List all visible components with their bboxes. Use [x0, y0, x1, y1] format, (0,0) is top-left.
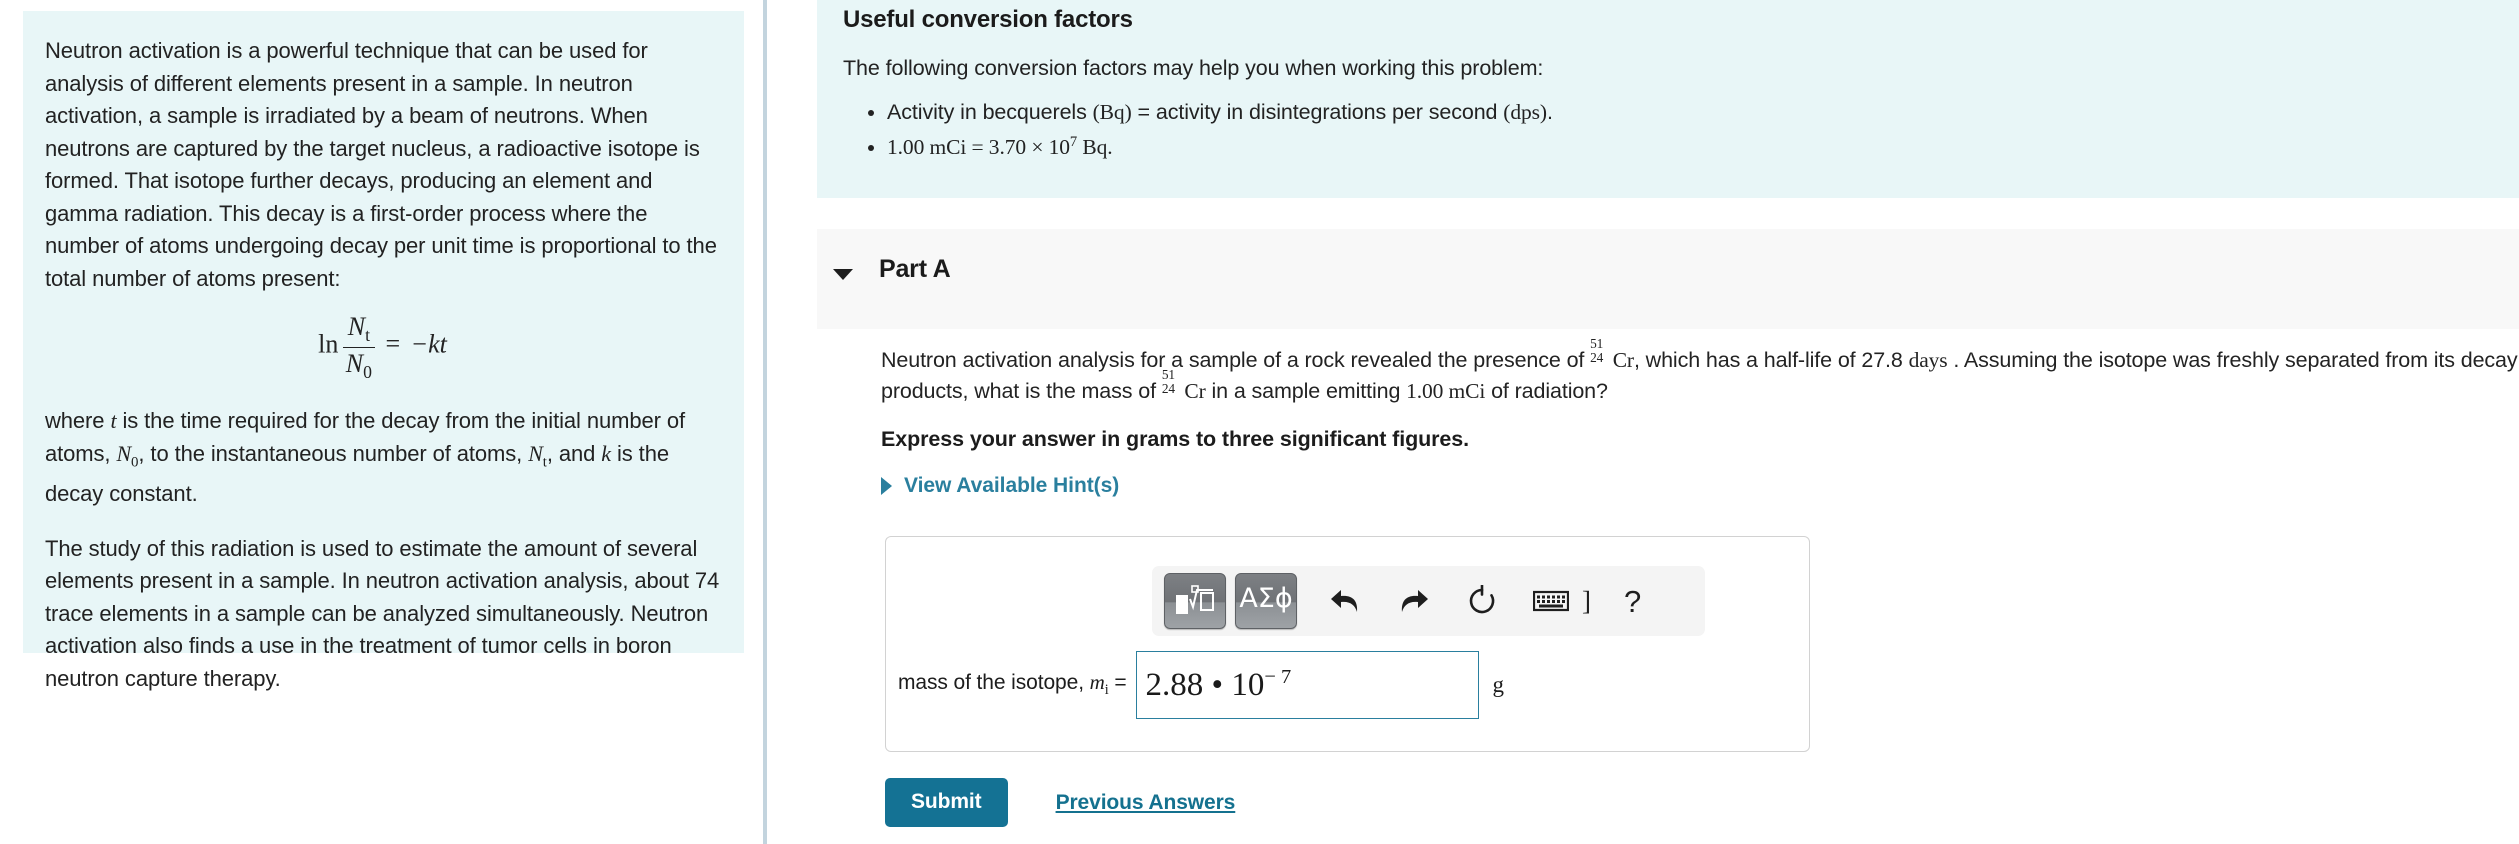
answer-entry-panel: ΑΣϕ] ? mass of the isotope, mi = 2.88 •… — [885, 536, 1810, 752]
express-answer-instruction: Express your answer in grams to three si… — [881, 427, 1470, 451]
triangle-down-icon[interactable] — [833, 269, 853, 280]
reset-circular-arrow-icon[interactable] — [1466, 585, 1498, 617]
bq-mid: = activity in disintegrations per second — [1131, 100, 1504, 124]
nuclide-atomic-number: 24 — [1590, 350, 1604, 366]
previous-answers-link[interactable]: Previous Answers — [1056, 791, 1236, 815]
dps-unit: (dps) — [1503, 100, 1547, 124]
right-problem-column: Useful conversion factors The following … — [771, 0, 2519, 844]
useful-conversion-factors-box: Useful conversion factors The following … — [817, 0, 2519, 198]
answer-unit-label: g — [1492, 672, 1505, 697]
conversion-item-mci: 1.00 mCi = 3.70 × 107 Bq. — [887, 127, 2503, 162]
submit-button[interactable]: Submit — [885, 778, 1008, 827]
nuclide-mass-number: 51 — [1590, 336, 1604, 352]
equation-denominator: N — [345, 348, 364, 378]
where-seg-1: where — [45, 408, 111, 434]
nuclide-cr51-second: 51 24 — [1161, 368, 1185, 399]
where-seg-4: , and — [546, 440, 602, 466]
answer-field-label: mass of the isotope, mi = — [898, 670, 1127, 699]
question-seg-1: Neutron activation analysis for a sample… — [881, 348, 1591, 372]
nuclide-mass-number-2: 51 — [1161, 367, 1175, 383]
math-template-icon — [1176, 585, 1214, 614]
equation-rhs: −kt — [410, 329, 447, 359]
nuclide-cr51-first: 51 24 — [1590, 337, 1613, 368]
conversion-factors-list: Activity in becquerels (Bq) = activity i… — [843, 97, 2503, 162]
answer-actions-row: Submit Previous Answers — [885, 778, 1235, 827]
greek-symbols-icon: ΑΣϕ — [1239, 582, 1293, 614]
conversion-factors-lead: The following conversion factors may hel… — [843, 56, 1544, 80]
math-template-button[interactable] — [1164, 573, 1226, 629]
decay-equation: ln Nt N0 = −kt — [45, 312, 720, 383]
halflife-unit: days — [1908, 348, 1948, 372]
greek-symbols-button[interactable]: ΑΣϕ — [1235, 573, 1297, 629]
intro-where-clause: where t is the time required for the dec… — [45, 405, 720, 511]
intro-paragraph-2: The study of this radiation is used to e… — [45, 535, 720, 691]
bq-unit: (Bq) — [1092, 100, 1132, 124]
conversion-item-bq: Activity in becquerels (Bq) = activity i… — [887, 97, 2503, 127]
question-statement: Neutron activation analysis for a sample… — [881, 337, 2519, 407]
equation-numerator: N — [347, 312, 366, 341]
nuclide-atomic-number-2: 24 — [1161, 381, 1175, 397]
answer-label-variable: m — [1089, 670, 1105, 695]
mci-value: 1.00 mCi = 3.70 × 10 — [887, 135, 1070, 160]
answer-input-value: 2.88 • 10− 7 — [1146, 666, 1292, 704]
where-var-nt: N — [528, 440, 543, 466]
question-activity: 1.00 mCi — [1406, 379, 1486, 403]
where-seg-3: , to the instantaneous number of atoms, — [138, 440, 529, 466]
equation-ln: ln — [318, 329, 339, 359]
keyboard-icon[interactable] — [1533, 589, 1569, 613]
question-mark-icon[interactable]: ? — [1624, 586, 1641, 617]
answer-input-row: mass of the isotope, mi = 2.88 • 10− 7 g — [886, 650, 1809, 720]
close-bracket-icon[interactable]: ] — [1582, 586, 1591, 617]
left-reference-panel: Neutron activation is a powerful techniq… — [0, 0, 767, 844]
answer-exponent: − 7 — [1264, 666, 1292, 688]
view-hints-label: View Available Hint(s) — [904, 474, 1120, 497]
part-a-header-bar[interactable]: Part A — [817, 229, 2519, 329]
undo-arrow-icon[interactable] — [1328, 586, 1362, 616]
answer-label-equals: = — [1108, 671, 1127, 695]
nuclide-symbol-second: Cr — [1184, 379, 1206, 403]
bq-pre: Activity in becquerels — [887, 100, 1093, 124]
where-var-k: k — [601, 440, 611, 466]
math-editor-toolbar: ΑΣϕ] ? — [1152, 566, 1705, 636]
conversion-factors-title: Useful conversion factors — [843, 6, 1133, 33]
equation-fraction: Nt N0 — [342, 312, 375, 382]
where-var-n0: N — [116, 440, 132, 466]
intro-paragraph-1: Neutron activation is a powerful techniq… — [45, 38, 717, 291]
part-a-title: Part A — [879, 255, 951, 283]
view-hints-link[interactable]: View Available Hint(s) — [881, 474, 1119, 498]
answer-input-field[interactable]: 2.88 • 10− 7 — [1135, 651, 1479, 719]
bq-post: . — [1546, 100, 1553, 124]
equation-denominator-sub: 0 — [363, 361, 372, 382]
question-seg-2: , which has a half-life of 27.8 — [1633, 348, 1909, 372]
equation-numerator-sub: t — [365, 325, 371, 346]
mci-tail: Bq. — [1077, 135, 1113, 160]
nuclide-symbol-first: Cr — [1612, 348, 1634, 372]
question-seg-4: in a sample emitting — [1205, 379, 1407, 403]
intro-info-card: Neutron activation is a powerful techniq… — [23, 11, 744, 691]
answer-label-text: mass of the isotope, — [898, 671, 1090, 695]
equation-equals: = — [385, 329, 401, 359]
redo-arrow-icon[interactable] — [1397, 586, 1431, 616]
part-a-body: Neutron activation analysis for a sample… — [881, 337, 2519, 498]
question-seg-5: of radiation? — [1485, 379, 1608, 403]
triangle-right-icon — [881, 477, 892, 495]
answer-mantissa: 2.88 • 10 — [1145, 667, 1265, 703]
